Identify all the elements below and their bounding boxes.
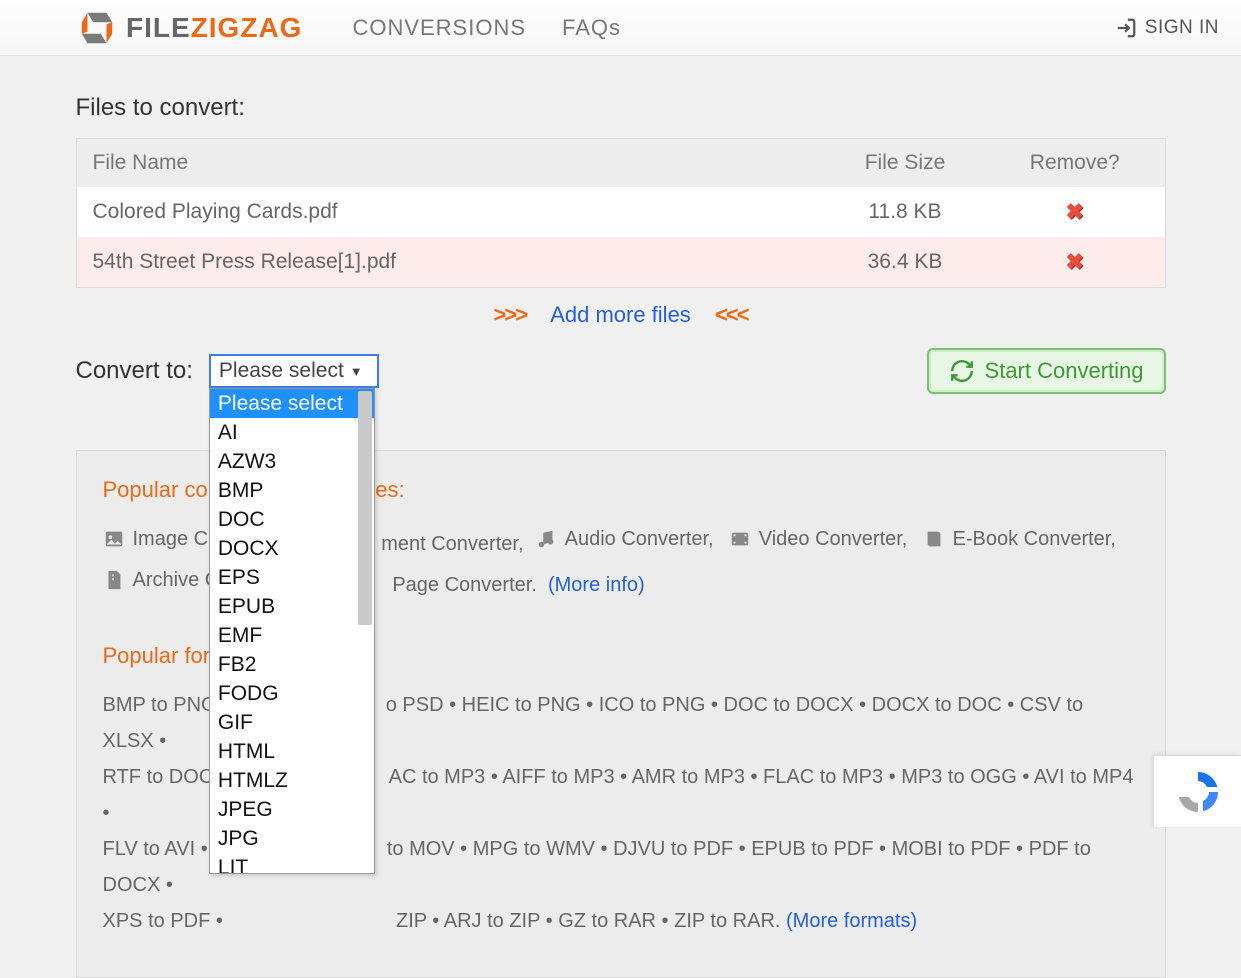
top-bar: FILEZIGZAG CONVERSIONS FAQs SIGN IN [0, 0, 1241, 56]
more-formats-link[interactable]: (More formats) [786, 910, 917, 932]
convert-row: Convert to: Please select ▼ Please selec… [76, 348, 1166, 394]
table-row: 54th Street Press Release[1].pdf 36.4 KB… [76, 237, 1165, 288]
caret-down-icon: ▼ [350, 364, 363, 379]
music-icon [535, 528, 557, 550]
nav-conversions[interactable]: CONVERSIONS [352, 15, 526, 41]
cat-audio[interactable]: Audio Converter, [535, 521, 714, 557]
film-icon [729, 528, 751, 550]
logo-icon [78, 9, 116, 47]
dropdown-option[interactable]: AZW3 [210, 447, 374, 476]
convert-to-label: Convert to: [76, 357, 193, 385]
convert-to-selected: Please select [219, 359, 344, 383]
brand-text-zigzag: ZIGZAG [191, 12, 303, 44]
start-converting-button[interactable]: Start Converting [927, 348, 1166, 394]
dropdown-option[interactable]: BMP [210, 476, 374, 505]
signin-link[interactable]: SIGN IN [1115, 17, 1219, 39]
dropdown-option[interactable]: EMF [210, 621, 374, 650]
dropdown-option[interactable]: JPEG [210, 795, 374, 824]
dropdown-option[interactable]: EPS [210, 563, 374, 592]
cat-archive[interactable]: Archive C [103, 562, 220, 598]
dropdown-option[interactable]: AI [210, 418, 374, 447]
archive-icon [103, 569, 125, 591]
refresh-icon [949, 358, 975, 384]
dropdown-option[interactable]: GIF [210, 708, 374, 737]
recaptcha-badge [1153, 755, 1241, 827]
dropdown-option[interactable]: Please select [210, 389, 374, 418]
start-converting-label: Start Converting [985, 358, 1144, 384]
dropdown-option[interactable]: FODG [210, 679, 374, 708]
col-remove: Remove? [985, 139, 1165, 188]
chevron-right-icon: >>> [494, 302, 527, 327]
more-info-link[interactable]: (More info) [548, 574, 645, 596]
brand-text-file: FILE [126, 12, 191, 44]
file-size-cell: 11.8 KB [825, 187, 985, 237]
dropdown-option[interactable]: FB2 [210, 650, 374, 679]
convert-to-dropdown[interactable]: Please select AI AZW3 BMP DOC DOCX EPS E… [209, 388, 375, 874]
dropdown-option[interactable]: HTML [210, 737, 374, 766]
table-row: Colored Playing Cards.pdf 11.8 KB ✖ [76, 187, 1165, 237]
cat-document-suffix: ment Converter, [381, 533, 523, 555]
cat-page[interactable]: Page Converter. [392, 574, 537, 596]
signin-icon [1115, 17, 1137, 39]
nav-faqs[interactable]: FAQs [562, 15, 621, 41]
dropdown-option[interactable]: HTMLZ [210, 766, 374, 795]
remove-icon[interactable]: ✖ [1066, 249, 1084, 274]
dropdown-option[interactable]: JPG [210, 824, 374, 853]
files-table: File Name File Size Remove? Colored Play… [76, 138, 1166, 288]
remove-icon[interactable]: ✖ [1066, 199, 1084, 224]
file-name-cell: Colored Playing Cards.pdf [76, 187, 825, 237]
dropdown-option[interactable]: DOC [210, 505, 374, 534]
recaptcha-icon [1174, 768, 1222, 816]
dropdown-option[interactable]: DOCX [210, 534, 374, 563]
brand-logo[interactable]: FILEZIGZAG [78, 9, 302, 47]
book-icon [923, 528, 945, 550]
cat-ebook[interactable]: E-Book Converter, [923, 521, 1116, 557]
image-icon [103, 528, 125, 550]
main-nav: CONVERSIONS FAQs [352, 15, 621, 41]
file-name-cell: 54th Street Press Release[1].pdf [76, 237, 825, 288]
cat-video[interactable]: Video Converter, [729, 521, 908, 557]
convert-to-select[interactable]: Please select ▼ [209, 354, 379, 388]
col-filename: File Name [76, 139, 825, 188]
dropdown-scrollbar[interactable] [358, 391, 372, 625]
add-more-files-link[interactable]: Add more files [550, 302, 691, 327]
dropdown-option[interactable]: LIT [210, 853, 374, 874]
file-size-cell: 36.4 KB [825, 237, 985, 288]
add-more-row: >>> Add more files <<< [76, 302, 1166, 328]
chevron-left-icon: <<< [715, 302, 748, 327]
cat-image[interactable]: Image C [103, 521, 209, 557]
col-filesize: File Size [825, 139, 985, 188]
dropdown-option[interactable]: EPUB [210, 592, 374, 621]
files-heading: Files to convert: [76, 94, 1166, 122]
signin-label: SIGN IN [1145, 17, 1219, 39]
